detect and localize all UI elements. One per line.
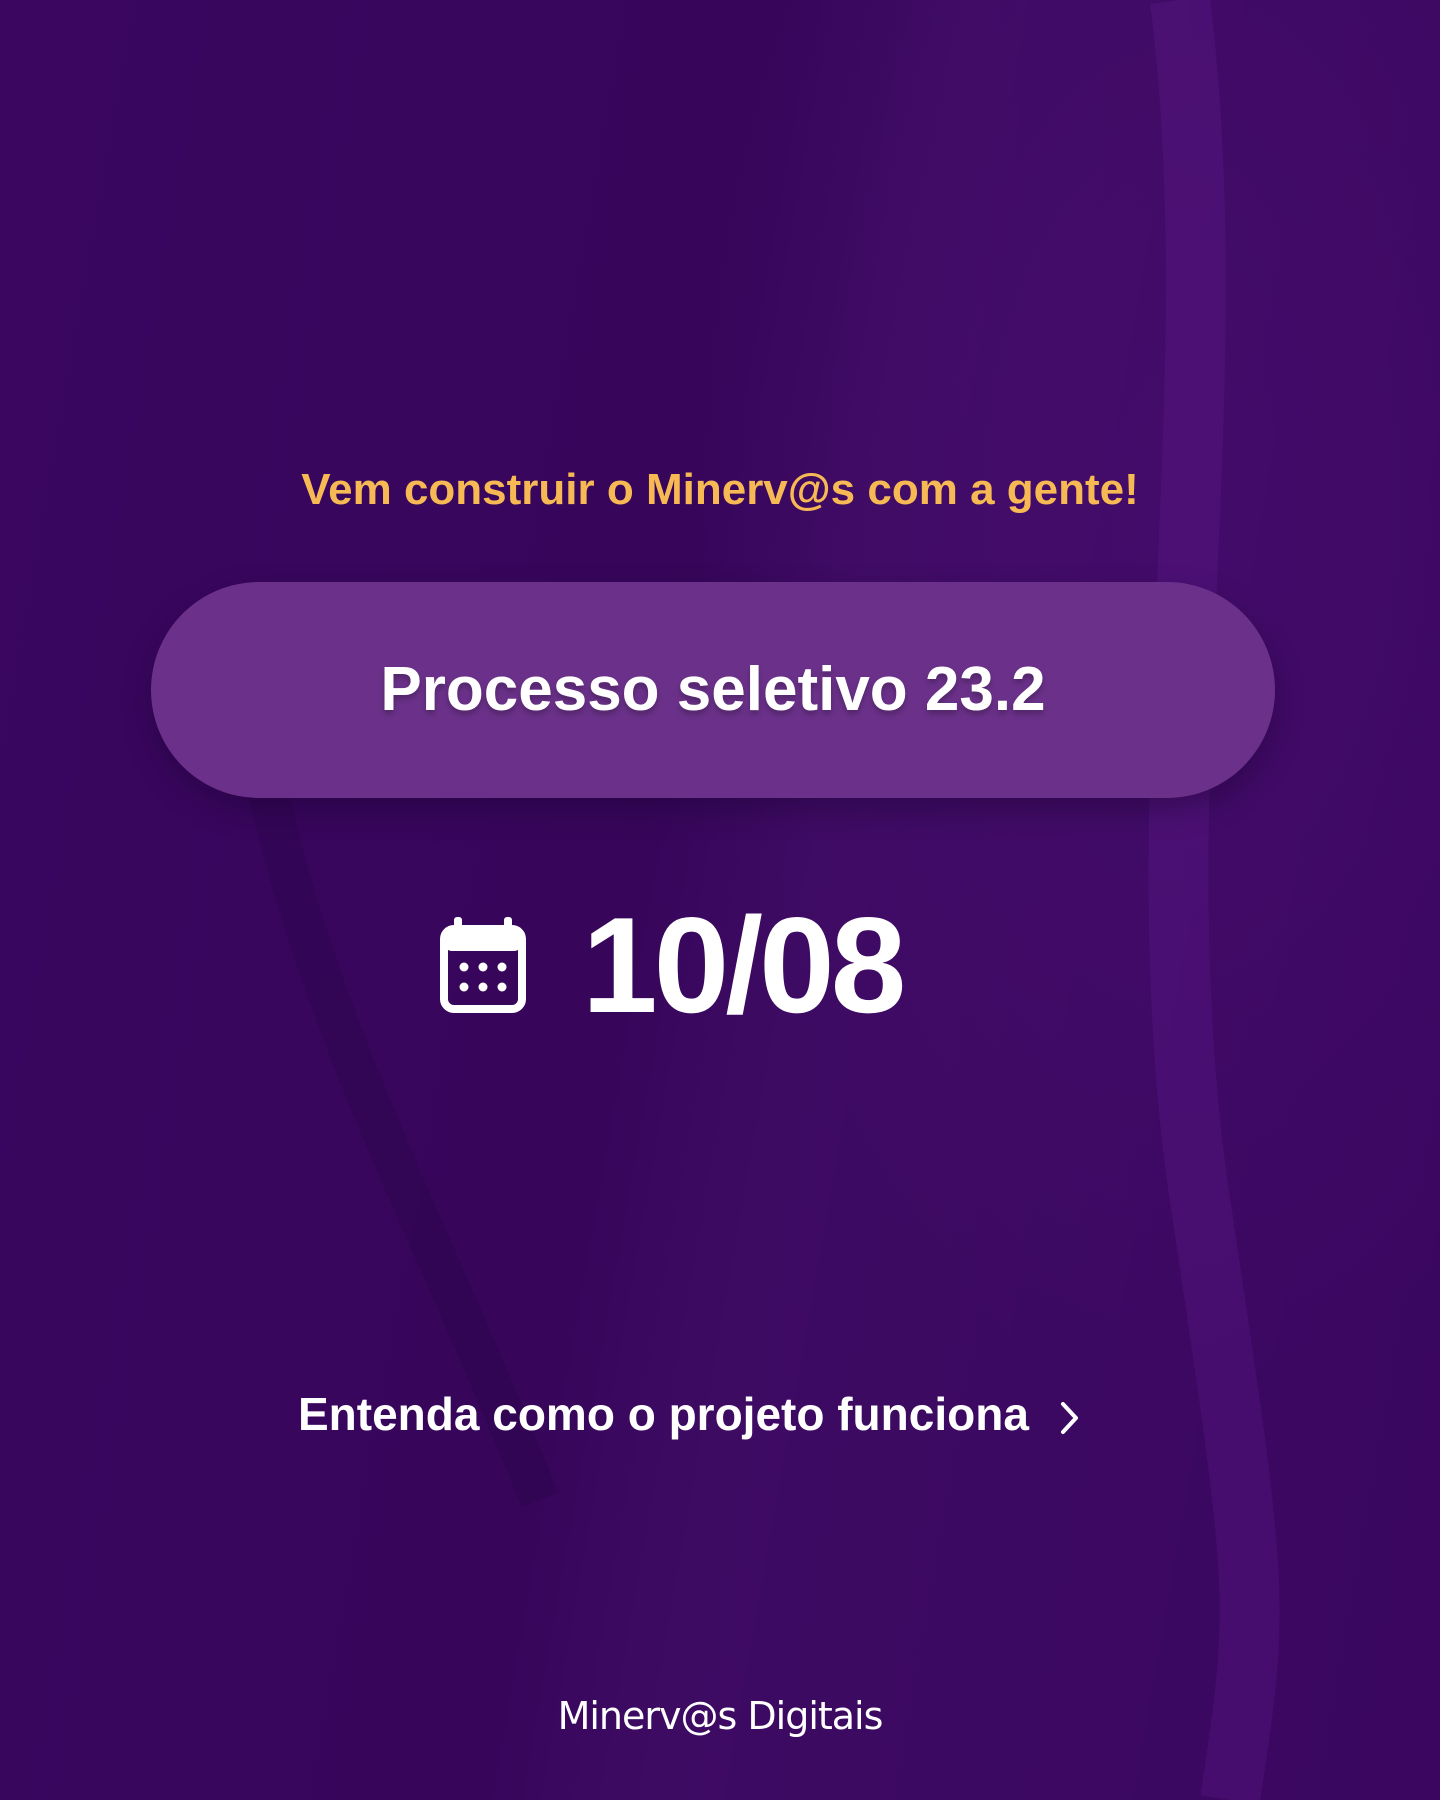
- selection-process-badge: Processo seletivo 23.2: [151, 582, 1275, 798]
- date-row: 10/08: [440, 889, 906, 1041]
- brand-name: Minerv@s Digitais: [557, 1694, 884, 1738]
- learn-more-label: Entenda como o projeto funciona: [298, 1388, 1029, 1440]
- calendar-icon: [440, 917, 526, 1013]
- date-value: 10/08: [582, 889, 906, 1041]
- chevron-right-icon: [1060, 1402, 1078, 1434]
- selection-process-label: Processo seletivo 23.2: [380, 655, 1046, 724]
- headline: Vem construir o Minerv@s com a gente!: [301, 465, 1139, 514]
- learn-more-link[interactable]: Entenda como o projeto funciona: [298, 1382, 1081, 1446]
